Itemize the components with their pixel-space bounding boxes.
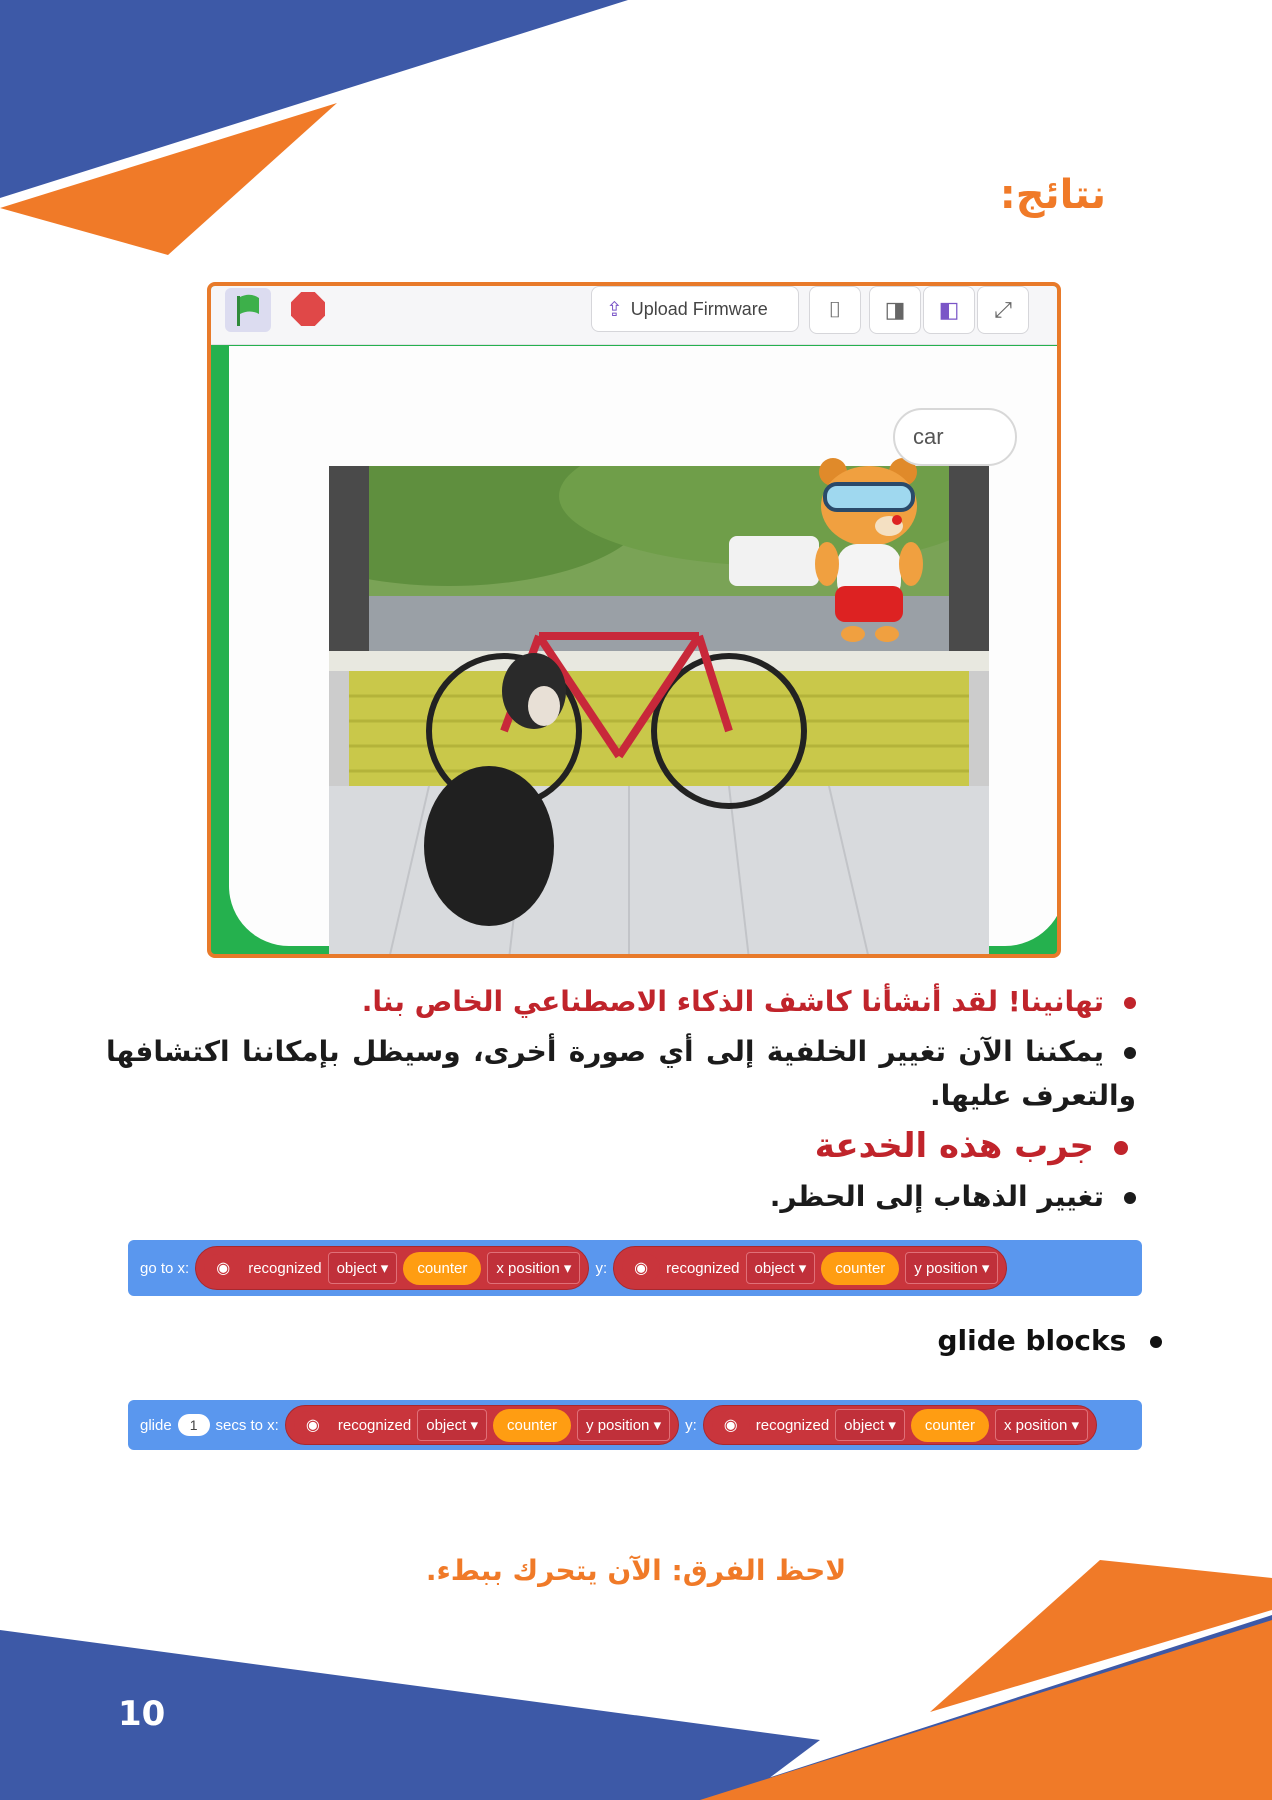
green-flag-icon [237,294,259,326]
position-dropdown[interactable]: x position ▾ [487,1252,581,1284]
object-dropdown[interactable]: object ▾ [417,1409,487,1441]
note-text: لاحظ الفرق: الآن يتحرك ببطء. [425,1554,847,1587]
upload-icon: ⇪ [606,298,623,321]
position-dropdown[interactable]: y position ▾ [577,1409,671,1441]
bullet-change-goto: تغيير الذهاب إلى الحظر. [770,1180,1136,1213]
camera-icon: ⌷ [828,297,842,323]
speech-bubble: car [893,408,1017,466]
eye-icon: ◉ [293,1411,332,1439]
counter-reporter[interactable]: counter [910,1408,989,1442]
object-dropdown[interactable]: object ▾ [327,1252,398,1284]
upload-firmware-button[interactable]: ⇪ Upload Firmware [591,286,799,332]
counter-reporter[interactable]: counter [821,1251,900,1285]
counter-reporter[interactable]: counter [492,1408,572,1442]
y-label: y: [595,1259,608,1277]
bullet-dot [1150,1336,1162,1348]
page-title: نتائج: [999,172,1106,218]
recognized-text: recognized [755,1416,830,1434]
bullet-change-backdrop: يمكننا الآن تغيير الخلفية إلى أي صورة أخ… [106,1030,1136,1118]
bullet-change-backdrop-text: يمكننا الآن تغيير الخلفية إلى أي صورة أخ… [106,1035,1136,1112]
app-screenshot: ⇪ Upload Firmware ⌷ ◨ ◧ ⤢ car [207,282,1061,958]
bullet-try-trick-text: جرب هذه الخدعة [814,1126,1094,1166]
bullet-dot [1114,1140,1128,1155]
position-dropdown[interactable]: x position ▾ [994,1409,1089,1441]
bullet-dot [1124,1192,1136,1204]
recognized-object-reporter[interactable]: ◉ recognized object ▾ counter y position… [613,1246,1008,1290]
large-stage-icon: ◧ [938,297,960,323]
recognized-object-reporter[interactable]: ◉ recognized object ▾ counter x position… [195,1246,590,1290]
counter-reporter[interactable]: counter [403,1251,482,1285]
bear-sprite [815,458,923,642]
recognized-text: recognized [248,1259,322,1277]
upload-label: Upload Firmware [630,298,768,319]
camera-button[interactable]: ⌷ [809,286,861,334]
glide-label: glide [140,1416,172,1434]
stage-area: car [229,346,1057,954]
glide-block[interactable]: glide 1 secs to x: ◉ recognized object ▾… [128,1400,1142,1450]
green-flag-button[interactable] [225,288,271,332]
recognized-text: recognized [666,1259,740,1277]
position-dropdown[interactable]: y position ▾ [905,1252,999,1284]
fullscreen-icon: ⤢ [994,297,1012,323]
y-label: y: [685,1416,697,1434]
bullet-congrats: تهانينا! لقد أنشأنا كاشف الذكاء الاصطناع… [136,985,1136,1018]
bullet-change-goto-text: تغيير الذهاب إلى الحظر. [769,1180,1104,1213]
small-stage-icon: ◨ [884,297,906,323]
bullet-try-trick: جرب هذه الخدعة [815,1126,1128,1166]
small-stage-button[interactable]: ◨ [869,286,921,334]
recognized-object-reporter[interactable]: ◉ recognized object ▾ counter x position… [702,1405,1098,1445]
recognized-text: recognized [337,1416,412,1434]
page-number: 10 [118,1694,166,1734]
secs-label: secs to x: [215,1416,279,1434]
stop-button[interactable] [291,292,325,326]
bullet-dot [1124,1047,1136,1059]
bullet-congrats-text: تهانينا! لقد أنشأنا كاشف الذكاء الاصطناع… [361,985,1104,1018]
stage-toolbar: ⇪ Upload Firmware ⌷ ◨ ◧ ⤢ [211,286,1057,345]
seconds-input[interactable]: 1 [177,1414,210,1436]
eye-icon: ◉ [622,1254,661,1282]
bullet-dot [1124,997,1136,1009]
eye-icon: ◉ [204,1254,243,1282]
goto-xy-block[interactable]: go to x: ◉ recognized object ▾ counter x… [128,1240,1142,1296]
fullscreen-button[interactable]: ⤢ [977,286,1029,334]
large-stage-button[interactable]: ◧ [923,286,975,334]
glide-blocks-heading: glide blocks [937,1324,1162,1357]
eye-icon: ◉ [711,1411,750,1439]
object-dropdown[interactable]: object ▾ [835,1409,905,1441]
object-dropdown[interactable]: object ▾ [745,1252,816,1284]
recognized-object-reporter[interactable]: ◉ recognized object ▾ counter y position… [284,1405,680,1445]
goto-label: go to x: [140,1259,190,1277]
